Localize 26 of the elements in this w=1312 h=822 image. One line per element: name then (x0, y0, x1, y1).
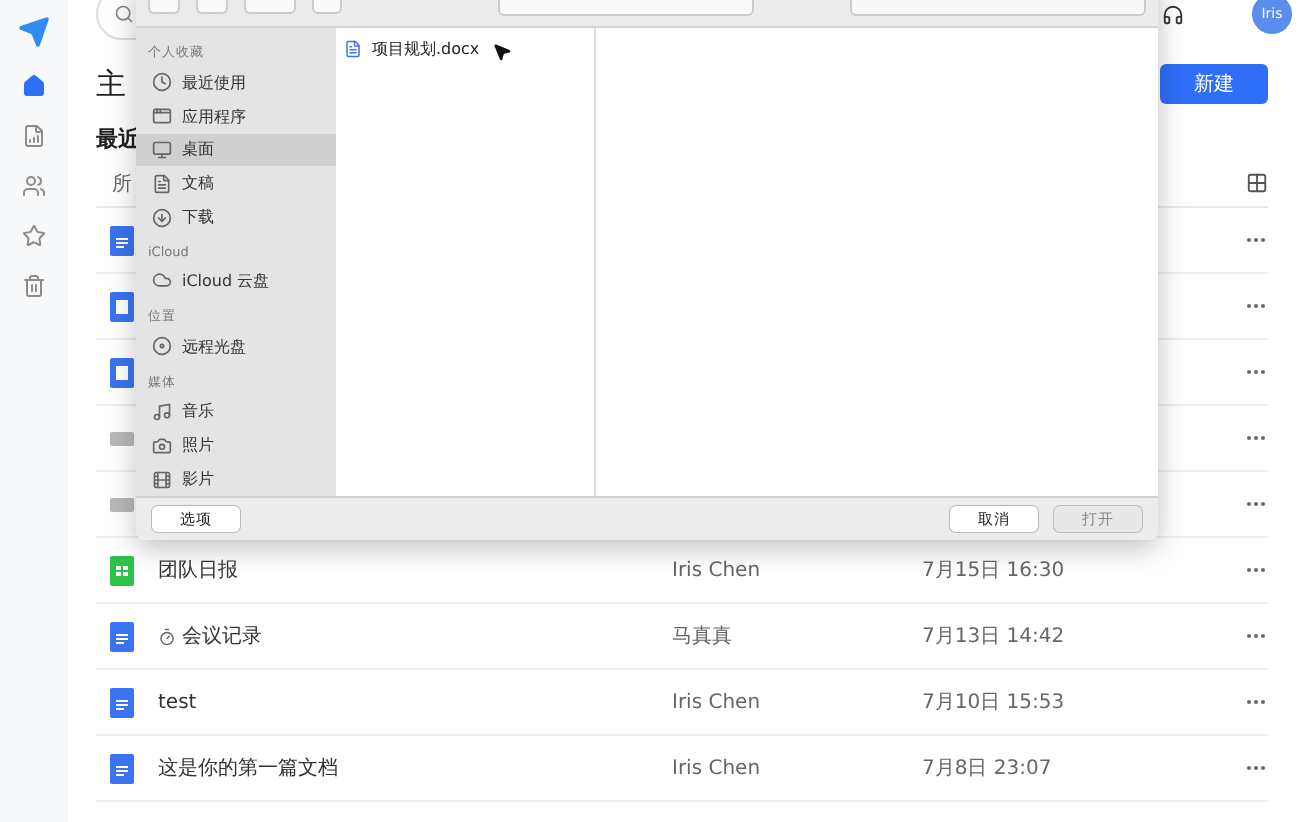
sidebar-item[interactable]: 应用程序 (136, 99, 336, 134)
modified-time: 7月8日 23:07 (922, 758, 1052, 780)
owner-name: Iris Chen (672, 559, 761, 581)
sidebar-item[interactable]: 最近使用 (136, 66, 336, 100)
filter-label[interactable]: 所 (96, 169, 132, 197)
modified-time: 7月13日 14:42 (922, 626, 1065, 648)
sidebar-item[interactable]: 文稿 (136, 166, 336, 201)
page-title: 主 (96, 65, 126, 103)
sidebar-item[interactable]: 音乐 (136, 395, 336, 429)
file-name[interactable]: 项目规划.docx (372, 38, 480, 60)
file-name[interactable]: test (158, 691, 197, 713)
file-name[interactable]: 这是你的第一篇文档 (158, 754, 338, 782)
sidebar-item[interactable]: 远程光盘 (136, 329, 336, 364)
owner-name: 马真真 (672, 626, 732, 648)
sidebar-item[interactable]: 桌面 (136, 133, 336, 167)
file-name[interactable]: 会议记录 (182, 622, 262, 650)
sidebar-item[interactable]: iCloud 云盘 (136, 263, 336, 298)
owner-name: Iris Chen (672, 757, 761, 779)
modified-time: 7月15日 16:30 (922, 560, 1065, 582)
file-name[interactable]: 团队日报 (158, 556, 238, 584)
owner-name: Iris Chen (672, 691, 761, 713)
new-button[interactable]: 新建 (1160, 64, 1268, 104)
sidebar-item[interactable]: 下载 (136, 200, 336, 234)
sidebar-item[interactable]: 影片 (136, 462, 336, 496)
modified-time: 7月10日 15:53 (922, 692, 1065, 714)
sidebar-item[interactable]: 照片 (136, 428, 336, 463)
